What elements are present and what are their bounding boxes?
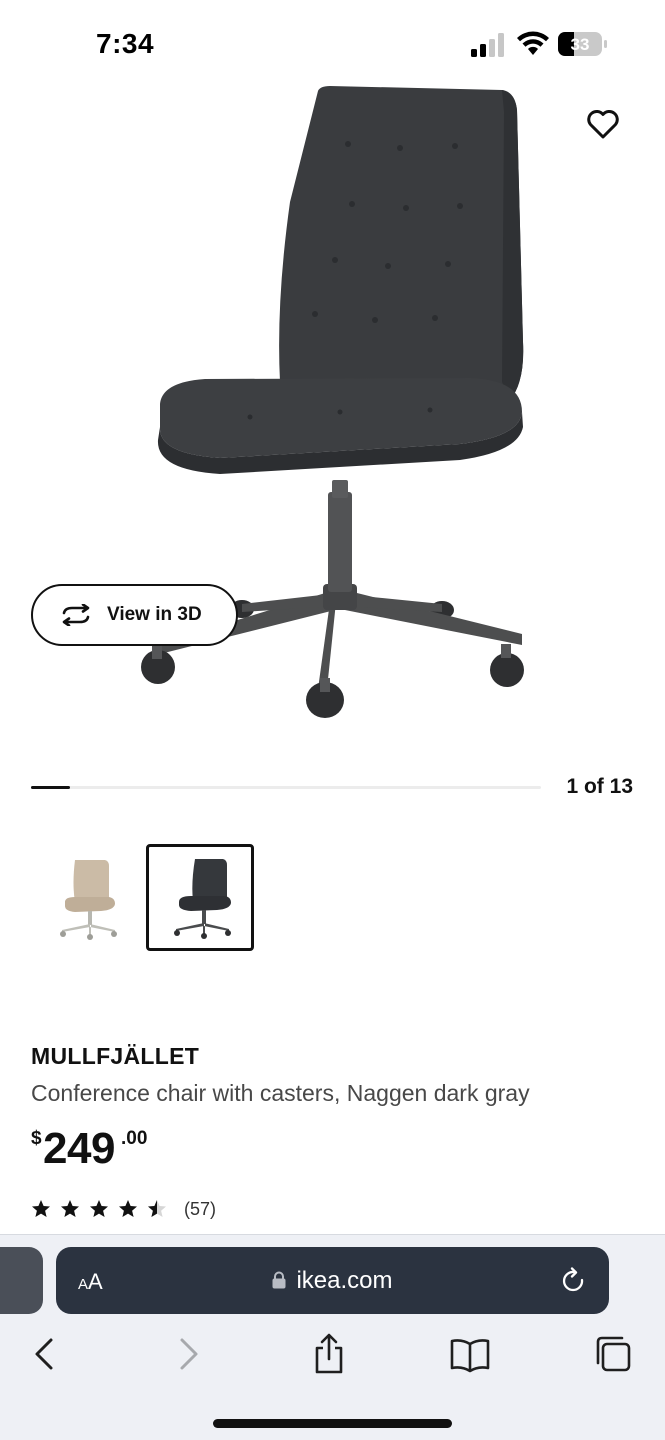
back-icon bbox=[35, 1338, 53, 1370]
battery-icon: 33 bbox=[558, 32, 607, 56]
price-cents: .00 bbox=[121, 1128, 148, 1149]
url-display[interactable]: ikea.com bbox=[56, 1267, 609, 1295]
view-in-3d-button[interactable]: View in 3D bbox=[31, 584, 238, 646]
address-bar[interactable]: AA ikea.com bbox=[56, 1247, 609, 1314]
product-rating[interactable]: (57) bbox=[31, 1198, 216, 1220]
forward-button[interactable] bbox=[166, 1332, 210, 1376]
previous-tab-preview[interactable] bbox=[0, 1247, 43, 1314]
heart-icon[interactable] bbox=[584, 106, 622, 142]
battery-level: 33 bbox=[571, 35, 590, 54]
reload-icon[interactable] bbox=[560, 1267, 588, 1295]
home-indicator bbox=[213, 1419, 452, 1428]
variant-thumbnail-beige[interactable] bbox=[31, 844, 139, 951]
rotate-3d-icon bbox=[62, 604, 90, 626]
star-full-icon bbox=[90, 1200, 108, 1217]
url-text: ikea.com bbox=[296, 1267, 393, 1294]
star-full-icon bbox=[61, 1200, 79, 1217]
price-currency: $ bbox=[31, 1128, 42, 1149]
gallery-page-indicator: 1 of 13 bbox=[566, 775, 633, 798]
gallery-progress-fill bbox=[31, 786, 71, 789]
back-button[interactable] bbox=[22, 1332, 66, 1376]
status-time: 7:34 bbox=[96, 28, 155, 59]
gallery-progress-track bbox=[31, 786, 541, 789]
beige-chair-thumbnail bbox=[60, 860, 117, 940]
status-bar: 7:34 33 bbox=[0, 0, 665, 90]
star-full-icon bbox=[119, 1200, 137, 1217]
share-icon bbox=[315, 1333, 343, 1374]
cellular-signal-icon bbox=[471, 33, 504, 57]
lock-icon bbox=[272, 1271, 286, 1289]
review-count: (57) bbox=[184, 1198, 217, 1219]
share-button[interactable] bbox=[307, 1332, 351, 1376]
star-full-icon bbox=[32, 1200, 50, 1217]
bookmarks-button[interactable] bbox=[448, 1332, 492, 1376]
tabs-icon bbox=[596, 1336, 631, 1372]
wifi-icon bbox=[517, 31, 549, 55]
tabs-button[interactable] bbox=[590, 1332, 634, 1376]
price-whole: 249 bbox=[43, 1124, 115, 1173]
product-name: MULLFJÄLLET bbox=[31, 1043, 200, 1069]
forward-icon bbox=[180, 1338, 198, 1370]
variant-thumbnail-dark-gray[interactable] bbox=[146, 844, 254, 951]
star-half-icon bbox=[148, 1200, 166, 1217]
view-in-3d-label: View in 3D bbox=[107, 604, 202, 625]
bookmarks-icon bbox=[450, 1339, 490, 1373]
product-description: Conference chair with casters, Naggen da… bbox=[31, 1080, 530, 1106]
dark-gray-chair-thumbnail bbox=[174, 859, 231, 939]
